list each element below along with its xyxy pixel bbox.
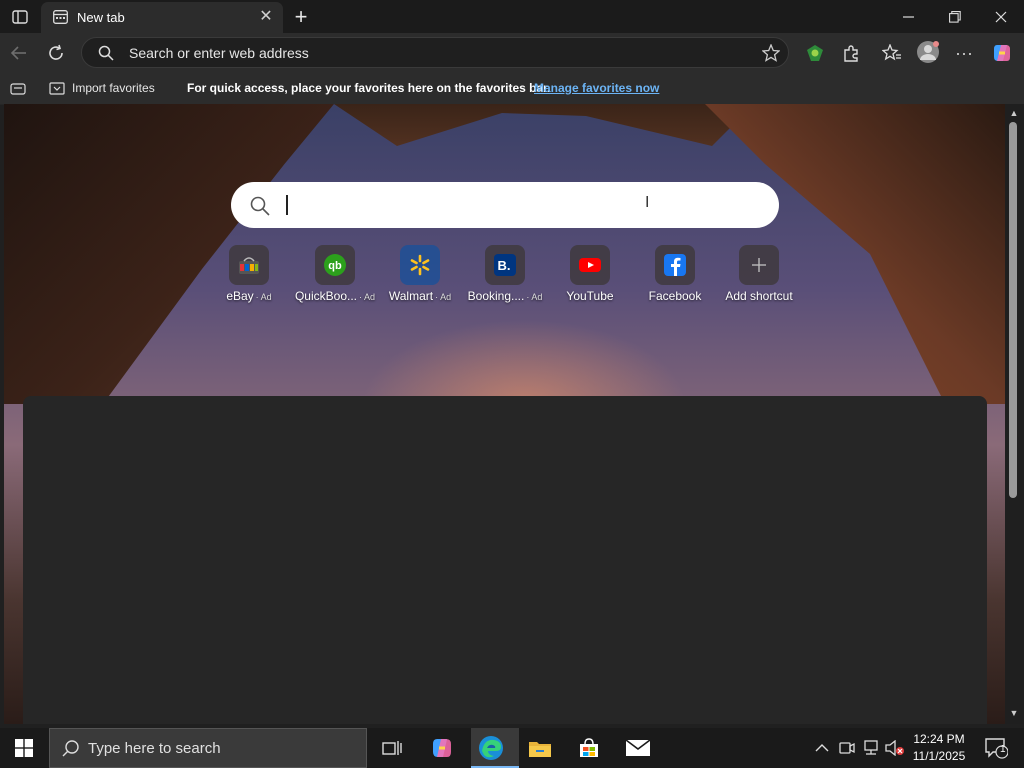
shortcut-label: Booking....	[467, 289, 525, 303]
notification-count: 1	[1000, 744, 1006, 755]
youtube-icon	[570, 245, 610, 285]
copilot-icon[interactable]	[988, 39, 1016, 67]
extensions-puzzle-icon[interactable]	[837, 39, 865, 67]
restore-button[interactable]	[932, 0, 978, 33]
scroll-up-arrow-icon[interactable]: ▲	[1008, 108, 1020, 118]
ebay-icon	[229, 245, 269, 285]
favorites-bar-collapse-icon[interactable]	[10, 82, 26, 100]
new-tab-page-icon	[53, 10, 68, 24]
address-placeholder: Search or enter web address	[129, 45, 309, 61]
mouse-cursor-ibeam: I	[645, 194, 650, 211]
shortcut-label: YouTube	[566, 289, 614, 303]
shortcut-walmart[interactable]: Walmart · Ad	[377, 245, 463, 305]
favorites-bar: Import favorites For quick access, place…	[0, 74, 1024, 105]
svg-text:qb: qb	[328, 260, 342, 272]
taskbar-search-box[interactable]: Type here to search	[49, 728, 367, 768]
manage-favorites-link[interactable]: Manage favorites now	[534, 81, 659, 95]
search-icon	[62, 740, 79, 762]
tab-actions-menu-icon[interactable]	[0, 0, 40, 33]
tab-new-tab[interactable]: New tab ✕	[41, 2, 283, 33]
shortcut-facebook[interactable]: Facebook	[632, 245, 718, 305]
new-tab-page: I eBay · Ad qb QuickBoo... · Ad Walmart · A…	[4, 104, 1005, 724]
favorites-list-icon[interactable]	[878, 39, 906, 67]
scroll-thumb[interactable]	[1009, 122, 1017, 498]
close-window-button[interactable]	[978, 0, 1024, 33]
search-icon	[250, 196, 270, 221]
shortcut-label: Facebook	[648, 289, 702, 303]
ad-label: · Ad	[359, 292, 376, 302]
copilot-app-icon[interactable]	[422, 732, 462, 764]
ad-label: · Ad	[526, 292, 543, 302]
address-bar[interactable]: Search or enter web address	[81, 37, 789, 68]
navigation-toolbar: Search or enter web address ···	[0, 33, 1024, 74]
facebook-icon	[655, 245, 695, 285]
page-scrollbar[interactable]: ▲ ▼	[1005, 104, 1024, 724]
plus-icon	[739, 245, 779, 285]
refresh-icon[interactable]	[42, 39, 70, 67]
import-favorites-icon[interactable]	[49, 81, 65, 100]
shortcut-youtube[interactable]: YouTube	[547, 245, 633, 305]
shortcut-quickbooks[interactable]: qb QuickBoo... · Ad	[292, 245, 378, 305]
more-options-icon[interactable]: ···	[950, 39, 978, 67]
mail-icon[interactable]	[618, 732, 658, 764]
system-clock[interactable]: 12:24 PM 11/1/2025	[906, 731, 972, 765]
shortcut-label: Add shortcut	[725, 289, 793, 303]
windows-start-icon[interactable]	[4, 732, 44, 764]
booking-icon: B.	[485, 245, 525, 285]
add-shortcut-button[interactable]: Add shortcut	[716, 245, 802, 305]
notification-center-icon[interactable]: 1	[978, 732, 1014, 764]
shortcut-booking[interactable]: B. Booking.... · Ad	[462, 245, 548, 305]
web-search-box[interactable]: I	[231, 182, 779, 228]
new-tab-button[interactable]: +	[285, 0, 317, 33]
network-icon[interactable]	[858, 732, 884, 764]
ad-label: · Ad	[435, 292, 452, 302]
ad-label: · Ad	[255, 292, 272, 302]
minimize-button[interactable]	[886, 0, 932, 33]
tab-title: New tab	[77, 10, 125, 25]
file-explorer-icon[interactable]	[520, 732, 560, 764]
favorites-bar-message: For quick access, place your favorites h…	[187, 81, 551, 95]
quickbooks-icon: qb	[315, 245, 355, 285]
task-view-icon[interactable]	[372, 732, 412, 764]
volume-muted-icon[interactable]	[882, 732, 908, 764]
content-feed-panel	[23, 396, 987, 724]
shortcut-label: Walmart	[388, 289, 434, 303]
extension-shield-icon[interactable]	[801, 39, 829, 67]
edge-browser-icon[interactable]	[471, 732, 511, 764]
profile-avatar-icon[interactable]	[914, 38, 942, 66]
text-caret	[286, 195, 288, 215]
title-bar: New tab ✕ +	[0, 0, 1024, 33]
svg-text:B.: B.	[498, 258, 511, 273]
close-tab-icon[interactable]: ✕	[258, 8, 274, 26]
clock-time: 12:24 PM	[913, 732, 965, 746]
import-favorites-button[interactable]: Import favorites	[72, 81, 155, 95]
shortcut-label: eBay	[226, 289, 254, 303]
shortcut-label: QuickBoo...	[294, 289, 357, 303]
clock-date: 11/1/2025	[912, 749, 966, 763]
shortcut-ebay[interactable]: eBay · Ad	[206, 245, 292, 305]
favorite-star-icon[interactable]	[761, 43, 781, 67]
scroll-down-arrow-icon[interactable]: ▼	[1008, 708, 1020, 718]
search-icon	[98, 45, 114, 66]
walmart-icon	[400, 245, 440, 285]
background-rock-top	[334, 104, 754, 146]
microsoft-store-icon[interactable]	[569, 732, 609, 764]
windows-taskbar: Type here to search 12:24 PM 11/1/2025 1	[0, 728, 1024, 768]
back-arrow-icon[interactable]	[5, 39, 33, 67]
meet-now-icon[interactable]	[834, 732, 860, 764]
taskbar-search-placeholder: Type here to search	[88, 740, 221, 757]
